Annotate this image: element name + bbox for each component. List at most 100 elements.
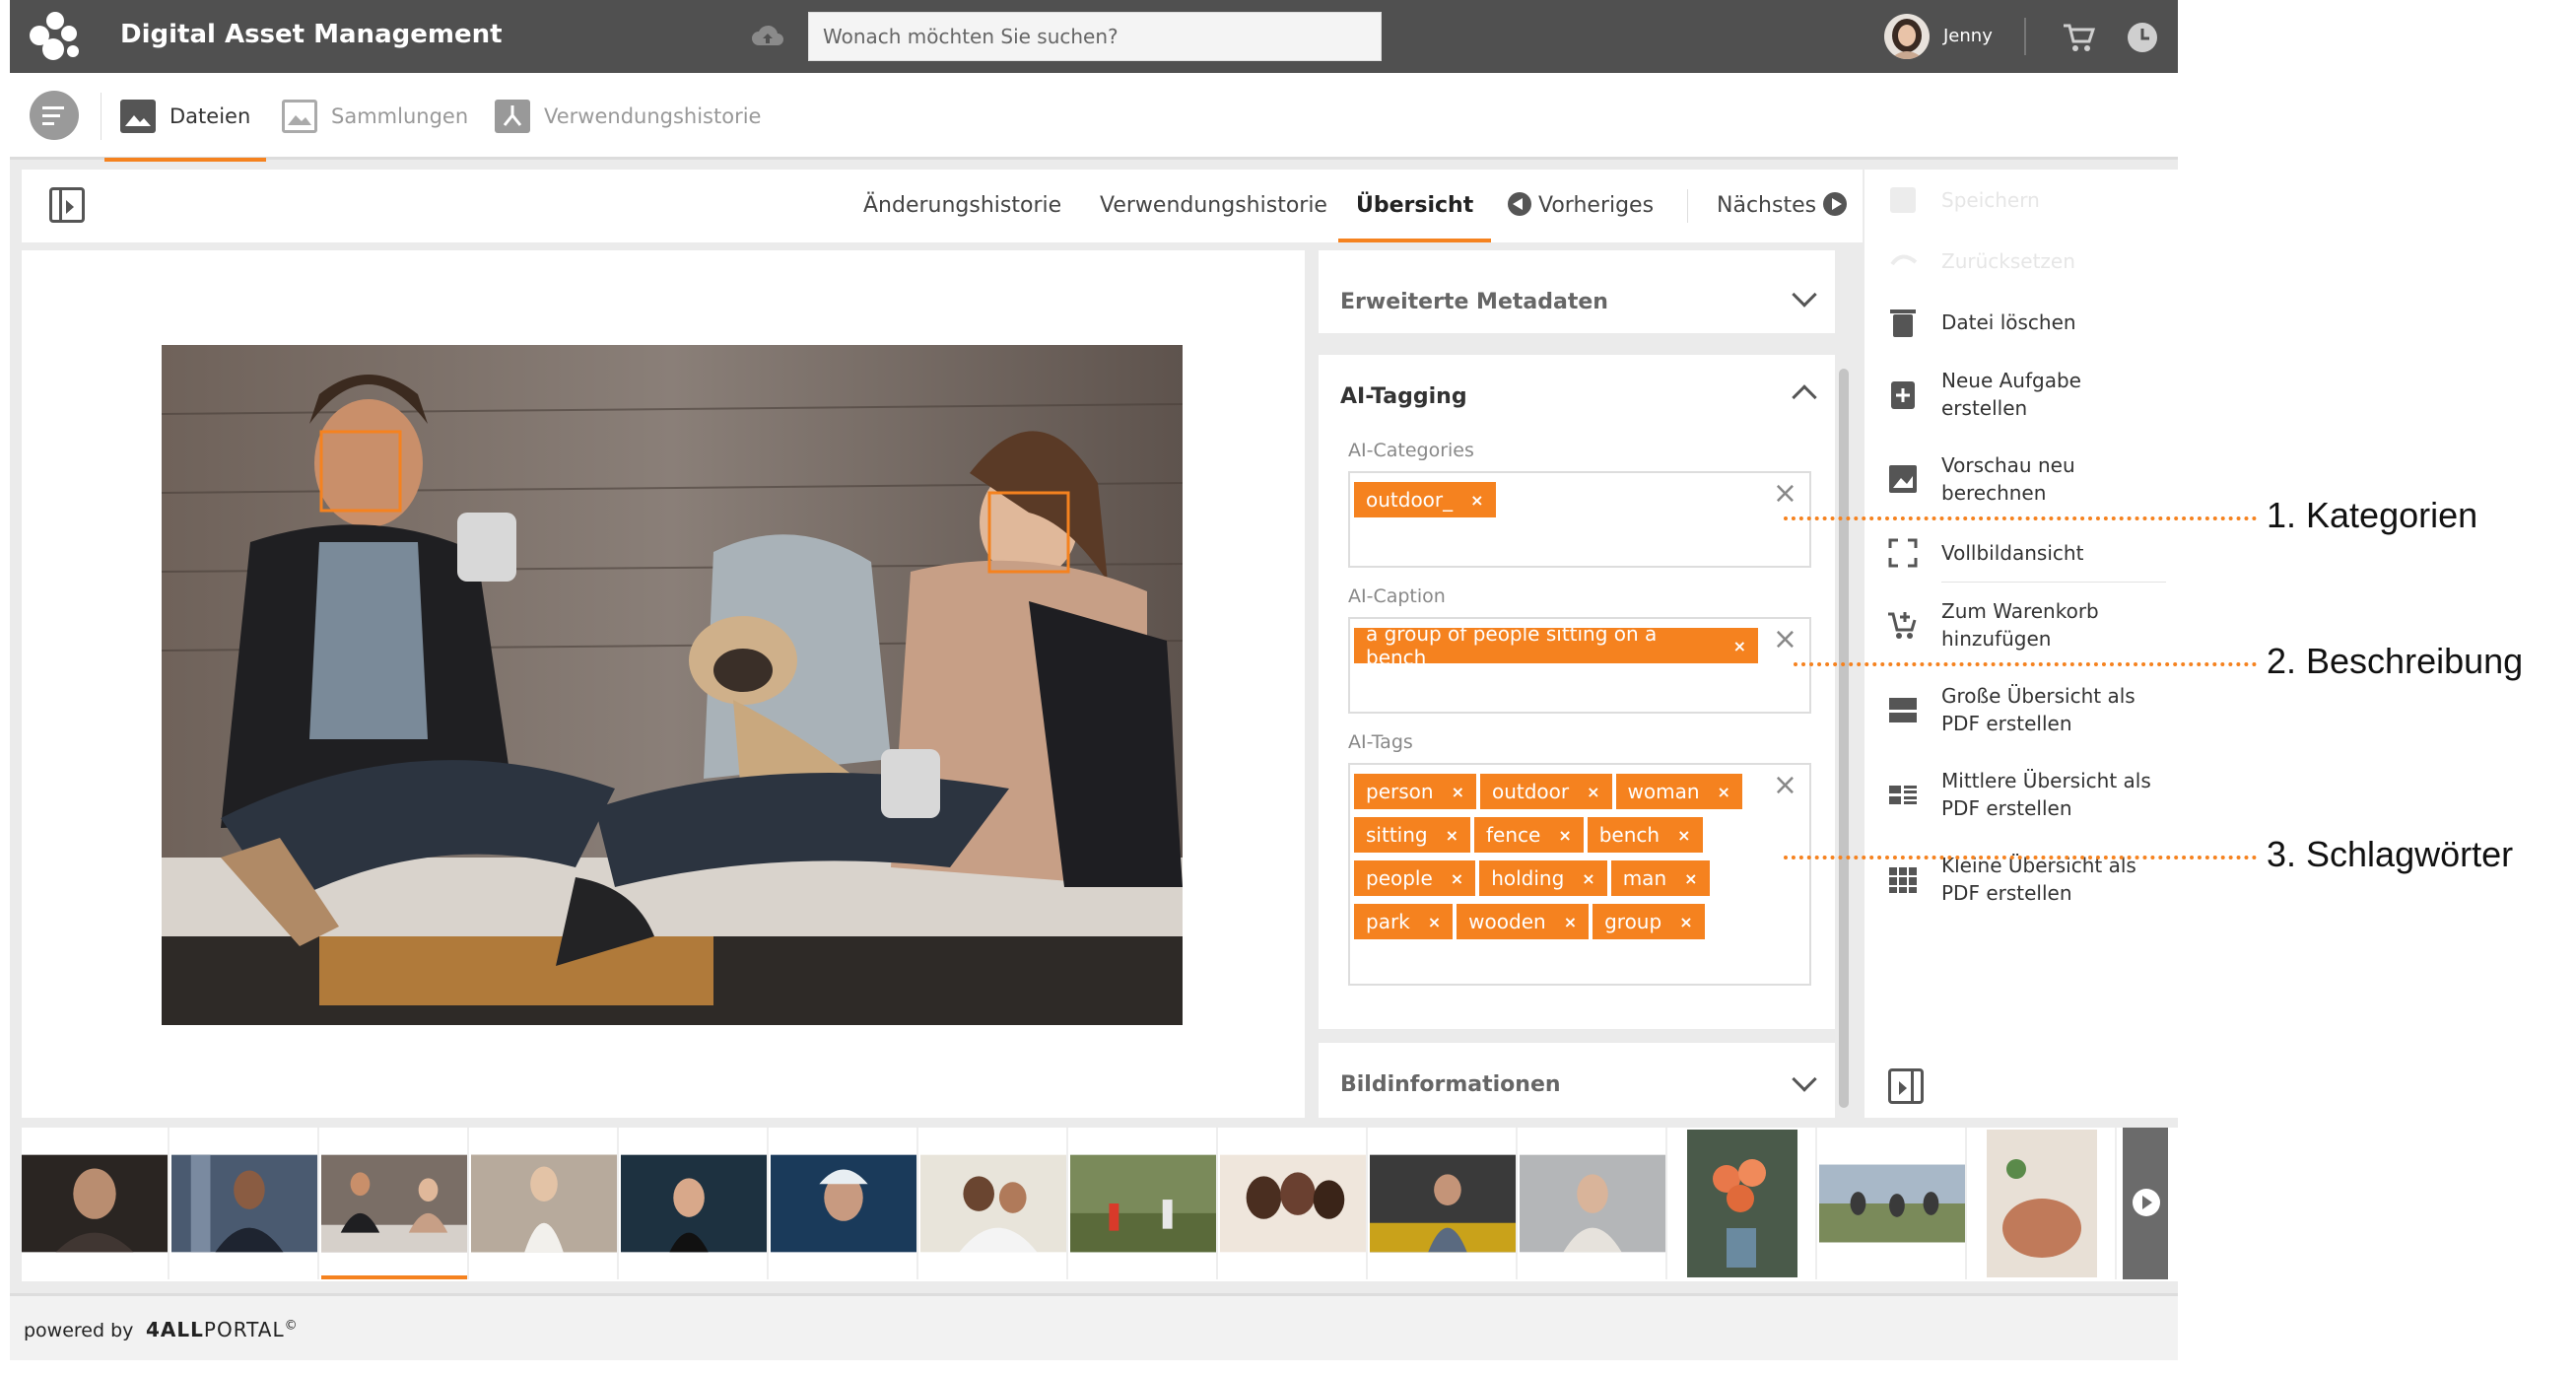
caption-field[interactable]: a group of people sitting on a bench × × [1348,617,1811,714]
remove-tag-icon[interactable]: × [1582,869,1594,888]
thumbnail[interactable] [1220,1128,1368,1279]
top-bar: Digital Asset Management Jenny [10,0,2178,73]
tab-verwendungshistorie[interactable]: Verwendungshistorie [495,73,761,160]
field-label: AI-Categories [1348,440,1474,461]
filmstrip-next-button[interactable] [2123,1128,2168,1279]
remove-tag-icon[interactable]: × [1452,783,1464,801]
pdf-large-button[interactable]: Große Übersicht als PDF erstellen [1864,682,2178,737]
action-label: Kleine Übersicht als PDF erstellen [1941,854,2136,905]
tag-chip[interactable]: man × [1610,860,1710,896]
new-task-button[interactable]: Neue Aufgabe erstellen [1864,367,2178,422]
tag-chip[interactable]: group × [1593,904,1705,939]
cloud-upload-icon[interactable] [751,22,784,51]
remove-tag-icon[interactable]: × [1587,783,1599,801]
remove-tag-icon[interactable]: × [1733,637,1746,655]
thumbnail-image [1070,1154,1216,1253]
remove-tag-icon[interactable]: × [1679,913,1692,931]
tag-chip[interactable]: outdoor × [1479,774,1612,809]
next-button[interactable]: Nächstes [1717,170,1848,242]
remove-tag-icon[interactable]: × [1446,826,1458,845]
recalc-preview-button[interactable]: Vorschau neu berechnen [1864,451,2178,507]
thumbnail[interactable] [471,1128,619,1279]
thumbnail-image [1987,1130,2097,1277]
tag-chip[interactable]: outdoor_ × [1354,482,1496,517]
remove-tag-icon[interactable]: × [1718,783,1730,801]
tag-label: person [1366,780,1434,803]
fullscreen-button[interactable]: Vollbildansicht [1864,536,2178,570]
thumbnail[interactable] [171,1128,319,1279]
image-info-section[interactable]: Bildinformationen [1319,1043,1835,1118]
add-to-cart-button[interactable]: Zum Warenkorb hinzufügen [1864,597,2178,653]
thumbnail[interactable] [321,1128,469,1279]
remove-tag-icon[interactable]: × [1564,913,1577,931]
divider [101,93,102,140]
action-label: Zum Warenkorb hinzufügen [1941,599,2099,651]
thumbnail-image [1520,1154,1665,1253]
callout-categories: 1. Kategorien [2267,495,2478,535]
reset-button[interactable]: Zurücksetzen [1864,244,2178,278]
tag-chip[interactable]: wooden × [1457,904,1590,939]
tab-change-history[interactable]: Änderungshistorie [863,170,1061,242]
remove-tag-icon[interactable]: × [1451,869,1463,888]
chevron-down-icon[interactable] [1792,282,1817,308]
delete-file-button[interactable]: Datei löschen [1864,306,2178,339]
tab-overview[interactable]: Übersicht [1337,170,1492,242]
thumbnail[interactable] [1370,1128,1518,1279]
scrollbar[interactable] [1839,369,1849,1108]
thumbnail[interactable] [1969,1128,2117,1279]
sidebar-toggle-icon[interactable] [49,187,85,223]
save-button[interactable]: Speichern [1864,183,2178,217]
previous-button[interactable]: Vorheriges [1508,170,1654,242]
menu-button[interactable] [30,91,79,140]
extended-metadata-section[interactable]: Erweiterte Metadaten [1319,250,1835,333]
tag-chip[interactable]: sitting × [1354,817,1470,853]
user-name[interactable]: Jenny [1943,26,1993,46]
thumbnail[interactable] [621,1128,769,1279]
chevron-down-icon[interactable] [1792,1066,1817,1092]
cart-icon[interactable] [2062,22,2095,53]
logo-icon[interactable] [28,12,83,61]
remove-tag-icon[interactable]: × [1428,913,1441,931]
tag-chip[interactable]: a group of people sitting on a bench × [1354,622,1758,669]
action-label: Neue Aufgabe erstellen [1941,369,2081,420]
thumbnail[interactable] [1819,1128,1967,1279]
chevron-up-icon[interactable] [1792,384,1817,410]
thumbnail[interactable] [771,1128,918,1279]
avatar[interactable] [1884,14,1930,59]
clear-icon[interactable]: × [1773,625,1797,654]
tag-chip[interactable]: person × [1354,774,1476,809]
tag-chip[interactable]: woman × [1615,774,1742,809]
remove-tag-icon[interactable]: × [1558,826,1571,845]
tag-chip[interactable]: park × [1354,904,1454,939]
thumbnail-image [1687,1130,1797,1277]
thumbnail[interactable] [1669,1128,1817,1279]
search-input[interactable] [808,12,1382,61]
thumbnail[interactable] [1070,1128,1218,1279]
remove-tag-icon[interactable]: × [1677,826,1690,845]
clear-icon[interactable]: × [1773,479,1797,509]
tag-chip[interactable]: bench × [1587,817,1703,853]
tab-dateien[interactable]: Dateien [103,73,267,162]
tag-chip[interactable]: people × [1354,860,1476,896]
tab-sammlungen[interactable]: Sammlungen [282,73,468,160]
remove-tag-icon[interactable]: × [1684,869,1697,888]
tag-chip[interactable]: fence × [1474,817,1584,853]
categories-field[interactable]: outdoor_ × × [1348,471,1811,568]
thumbnail[interactable] [1520,1128,1667,1279]
clock-icon[interactable] [2127,22,2158,53]
tags-field[interactable]: person × outdoor × woman × sitting × fence × bench… [1348,763,1811,986]
clear-icon[interactable]: × [1773,771,1797,800]
tag-chip[interactable]: holding × [1479,860,1607,896]
previous-label: Vorheriges [1538,193,1655,218]
tag-label: wooden [1468,910,1546,933]
remove-tag-icon[interactable]: × [1470,491,1483,510]
preview-image[interactable] [162,345,1183,1025]
tab-usage-history[interactable]: Verwendungshistorie [1100,170,1327,242]
usage-history-icon [495,100,530,133]
thumbnail[interactable] [920,1128,1068,1279]
pdf-small-button[interactable]: Kleine Übersicht als PDF erstellen [1864,852,2178,907]
chevron-right-icon [2133,1189,2160,1216]
thumbnail[interactable] [22,1128,169,1279]
collapse-sidebar-icon[interactable] [1888,1068,1924,1104]
pdf-medium-button[interactable]: Mittlere Übersicht als PDF erstellen [1864,767,2178,822]
